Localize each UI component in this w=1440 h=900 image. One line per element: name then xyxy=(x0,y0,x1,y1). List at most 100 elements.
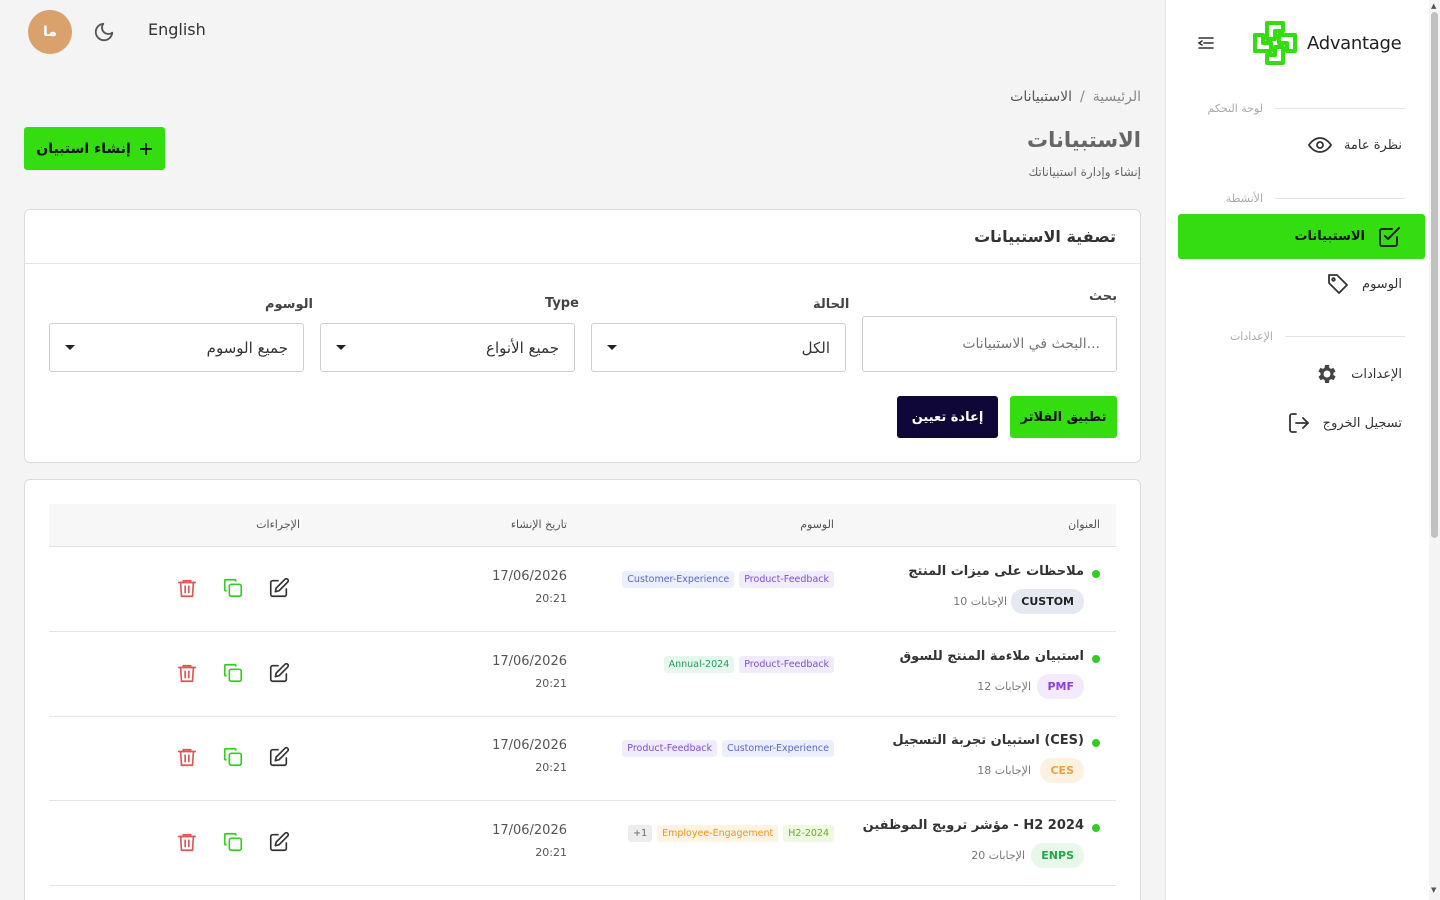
survey-title[interactable]: استبيان ملاءمة المنتج للسوق xyxy=(900,649,1084,664)
scroll-down-icon[interactable]: ▼ xyxy=(1431,886,1436,894)
status-dot xyxy=(1092,655,1100,663)
section-dashboard: لوحة التحكم xyxy=(1208,102,1405,115)
tags-select-value: جميع الوسوم xyxy=(206,338,288,357)
logo-icon xyxy=(1253,21,1297,65)
section-label: لوحة التحكم xyxy=(1207,102,1263,115)
trash-icon[interactable] xyxy=(176,662,198,684)
copy-icon[interactable] xyxy=(222,746,244,768)
response-count: 18 الإجابات xyxy=(977,764,1031,777)
tag-list: Product-Feedback Annual-2024 xyxy=(663,656,834,673)
page-subtitle: إنشاء وإدارة استبياناتك xyxy=(1028,165,1141,179)
create-survey-label: إنشاء استبيان xyxy=(36,140,131,157)
copy-icon[interactable] xyxy=(222,577,244,599)
type-badge: ENPS xyxy=(1031,843,1084,868)
scrollbar-thumb[interactable] xyxy=(1431,12,1438,538)
created-date: 17/06/2026 xyxy=(492,738,567,753)
type-select[interactable]: جميع الأنواع xyxy=(320,323,575,372)
col-created: تاريخ الإنشاء xyxy=(510,518,567,531)
edit-icon[interactable] xyxy=(268,577,290,599)
chevron-down-icon xyxy=(336,345,346,350)
table-header: العنوان الوسوم تاريخ الإنشاء الإجراءات xyxy=(49,504,1116,547)
status-select-value: الكل xyxy=(801,338,830,357)
chevron-down-icon xyxy=(607,345,617,350)
tags-label: الوسوم xyxy=(265,297,313,312)
divider xyxy=(1275,108,1405,109)
chevron-down-icon xyxy=(65,345,75,350)
response-count: 10 الإجابات xyxy=(953,595,1007,608)
user-avatar[interactable]: ما xyxy=(28,10,72,54)
created-time: 20:21 xyxy=(535,761,567,774)
copy-icon[interactable] xyxy=(222,831,244,853)
sidebar-item-overview[interactable]: نظرة عامة xyxy=(1307,133,1402,157)
tag-list: Product-Feedback Customer-Experience xyxy=(622,571,834,588)
tags-select[interactable]: جميع الوسوم xyxy=(49,323,304,372)
sidebar-item-label: الوسوم xyxy=(1362,276,1402,292)
table-row[interactable]: استبيان ملاءمة المنتج للسوق PMF 12 الإجا… xyxy=(49,632,1116,717)
section-label: الإعدادات xyxy=(1229,330,1273,343)
trash-icon[interactable] xyxy=(176,577,198,599)
col-title: العنوان xyxy=(1068,518,1100,531)
trash-icon[interactable] xyxy=(176,831,198,853)
type-select-value: جميع الأنواع xyxy=(486,338,559,357)
survey-title[interactable]: مؤشر ترويج الموظفين - H2 2024 xyxy=(863,818,1084,833)
survey-title[interactable]: ملاحظات على ميزات المنتج xyxy=(908,564,1084,579)
edit-icon[interactable] xyxy=(268,662,290,684)
tag-badge: Product-Feedback xyxy=(622,740,718,757)
tag-badge: Product-Feedback xyxy=(739,571,834,588)
apply-filters-button[interactable]: تطبيق الفلاتر xyxy=(1010,396,1117,438)
logo-text: Advantage xyxy=(1307,32,1402,54)
sidebar-item-label: تسجيل الخروج xyxy=(1322,415,1402,431)
sidebar-item-surveys[interactable]: الاستبيانات xyxy=(1178,214,1425,259)
sidebar-item-logout[interactable]: تسجيل الخروج xyxy=(1287,411,1402,435)
logout-icon xyxy=(1287,411,1311,435)
create-survey-button[interactable]: إنشاء استبيان xyxy=(24,127,165,170)
status-dot xyxy=(1092,824,1100,832)
brand-logo[interactable]: Advantage xyxy=(1251,19,1402,67)
breadcrumb-home[interactable]: الرئيسية xyxy=(1093,89,1141,105)
table-row[interactable]: استبيان تجربة التسجيل (CES) CES 18 الإجا… xyxy=(49,716,1116,801)
tag-list: H2-2024 Employee-Engagement 1+ xyxy=(628,825,834,842)
sidebar-item-settings[interactable]: الإعدادات xyxy=(1315,362,1402,386)
col-tags: الوسوم xyxy=(800,518,834,531)
sidebar-item-label: الإعدادات xyxy=(1351,366,1402,382)
trash-icon[interactable] xyxy=(176,746,198,768)
edit-icon[interactable] xyxy=(268,831,290,853)
tag-badge: Employee-Engagement xyxy=(657,825,779,842)
copy-icon[interactable] xyxy=(222,662,244,684)
type-label: Type xyxy=(545,296,579,311)
status-select[interactable]: الكل xyxy=(591,323,846,372)
created-time: 20:21 xyxy=(535,677,567,690)
sidebar: Advantage لوحة التحكم نظرة عامة الأنشطة … xyxy=(1165,0,1440,900)
reset-filters-button[interactable]: إعادة تعيين xyxy=(897,396,998,438)
sidebar-item-tags[interactable]: الوسوم xyxy=(1326,272,1402,296)
tag-badge: Product-Feedback xyxy=(739,656,834,673)
search-input[interactable] xyxy=(862,316,1117,372)
table-row[interactable]: مؤشر ترويج الموظفين - H2 2024 ENPS 20 ال… xyxy=(49,801,1116,886)
moon-icon[interactable] xyxy=(93,21,115,43)
checkbox-icon xyxy=(1379,226,1400,247)
scrollbar[interactable]: ▲ ▼ xyxy=(1429,0,1440,900)
table-row[interactable]: ملاحظات على ميزات المنتج CUSTOM 10 الإجا… xyxy=(49,547,1116,632)
breadcrumb: الرئيسية / الاستبيانات xyxy=(1010,89,1141,105)
page-title: الاستبيانات xyxy=(1027,128,1141,152)
type-badge: CUSTOM xyxy=(1011,589,1084,614)
tag-badge: H2-2024 xyxy=(783,825,834,842)
surveys-table: العنوان الوسوم تاريخ الإنشاء الإجراءات م… xyxy=(24,479,1141,900)
divider xyxy=(1275,198,1405,199)
filter-card: تصفية الاستبيانات بحث الحالة الكل Type ج… xyxy=(24,209,1141,463)
edit-icon[interactable] xyxy=(268,746,290,768)
created-date: 17/06/2026 xyxy=(492,654,567,669)
tag-list: Customer-Experience Product-Feedback xyxy=(622,740,834,757)
survey-title[interactable]: استبيان تجربة التسجيل (CES) xyxy=(892,733,1084,748)
sidebar-item-label: الاستبيانات xyxy=(1294,229,1365,244)
col-actions: الإجراءات xyxy=(256,518,300,531)
search-label: بحث xyxy=(1089,289,1118,304)
more-tags-badge[interactable]: 1+ xyxy=(628,825,653,842)
created-time: 20:21 xyxy=(535,592,567,605)
type-badge: CES xyxy=(1040,758,1084,783)
breadcrumb-separator: / xyxy=(1080,89,1085,105)
menu-collapse-icon[interactable] xyxy=(1196,33,1216,53)
scroll-up-icon[interactable]: ▲ xyxy=(1431,2,1436,10)
language-switch[interactable]: English xyxy=(148,20,206,39)
response-count: 12 الإجابات xyxy=(977,680,1031,693)
